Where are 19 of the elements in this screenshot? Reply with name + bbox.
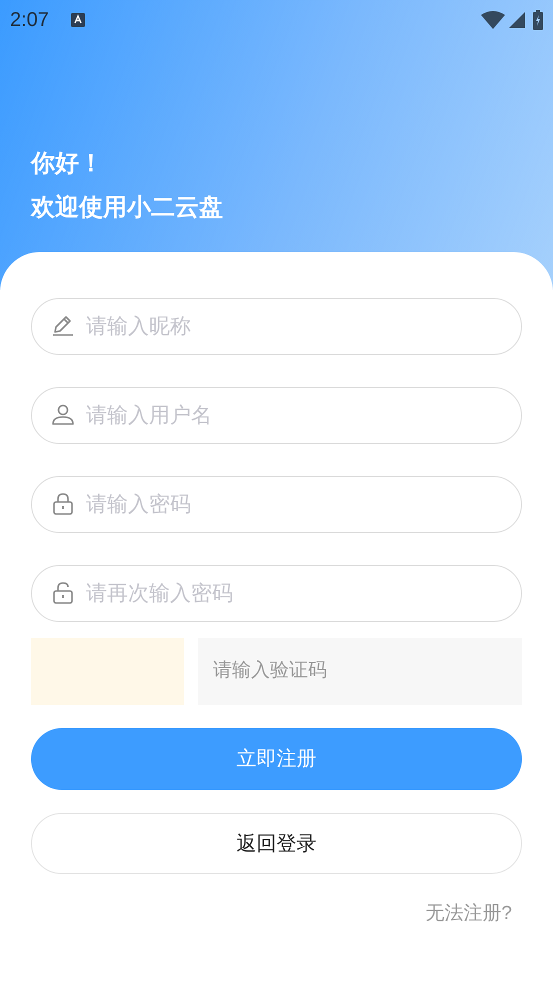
help-link[interactable]: 无法注册? — [425, 900, 512, 928]
wifi-icon — [481, 11, 505, 29]
greeting-text: 你好！ — [31, 149, 104, 179]
text-field[interactable]: 请再次输入密码 — [31, 565, 522, 622]
battery-icon — [533, 10, 543, 30]
welcome-title: 欢迎使用小二云盘 — [31, 193, 224, 223]
pencil-icon — [51, 314, 75, 338]
status-time: 2:07 — [10, 8, 49, 33]
captcha-field[interactable]: 请输入验证码 — [198, 638, 522, 705]
register-button[interactable]: 立即注册 — [31, 728, 522, 790]
lock-icon — [51, 492, 75, 516]
unlock-icon — [51, 581, 75, 605]
text-field[interactable]: 请输入昵称 — [31, 298, 522, 355]
text-field[interactable]: 请输入用户名 — [31, 387, 522, 444]
signal-icon — [509, 12, 525, 28]
text-field[interactable]: 请输入密码 — [31, 476, 522, 533]
person-icon — [51, 403, 75, 427]
keyboard-icon — [70, 13, 85, 27]
back-to-login-button[interactable]: 返回登录 — [31, 813, 522, 874]
